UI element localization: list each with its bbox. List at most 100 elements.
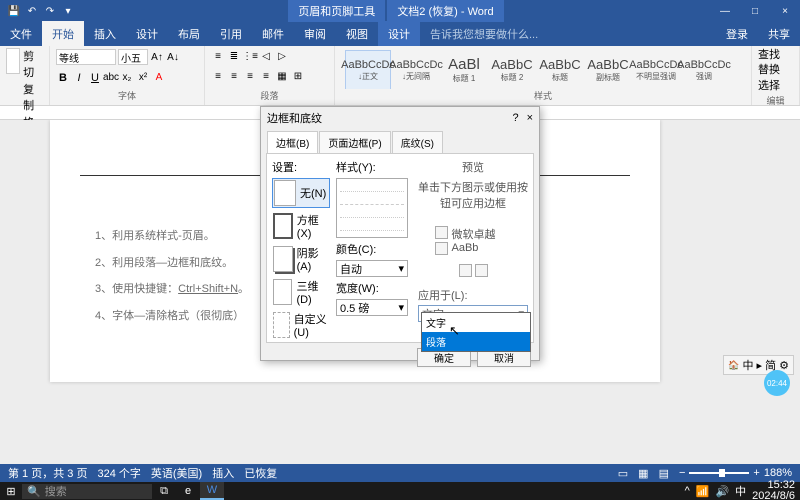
- zoom-slider[interactable]: [689, 472, 749, 474]
- tab-shading[interactable]: 底纹(S): [392, 131, 443, 153]
- tab-layout[interactable]: 布局: [168, 21, 210, 47]
- border-left-toggle[interactable]: [459, 264, 472, 277]
- setting-box[interactable]: 方框(X): [272, 211, 330, 241]
- align-left-icon[interactable]: ≡: [211, 70, 225, 84]
- italic-icon[interactable]: I: [72, 71, 86, 85]
- shading-icon[interactable]: ▦: [275, 70, 289, 84]
- view-read-icon[interactable]: ▭: [618, 467, 628, 480]
- status-insert[interactable]: 插入: [212, 465, 234, 481]
- word-taskbar-icon[interactable]: W: [200, 482, 224, 500]
- decrease-indent-icon[interactable]: ◁: [259, 49, 273, 63]
- tray-network-icon[interactable]: 📶: [696, 485, 710, 498]
- cut-button[interactable]: 剪切: [23, 48, 43, 80]
- tab-page-border[interactable]: 页面边框(P): [319, 131, 390, 153]
- style-title[interactable]: AaBbC标题: [537, 50, 583, 89]
- task-view-icon[interactable]: ⧉: [152, 482, 176, 500]
- style-nospacing[interactable]: AaBbCcDc↓无间隔: [393, 50, 439, 89]
- underline-icon[interactable]: U: [88, 71, 102, 85]
- taskbar-search[interactable]: 🔍搜索: [22, 484, 152, 499]
- border-right-toggle[interactable]: [475, 264, 488, 277]
- border-top-toggle[interactable]: [435, 226, 448, 239]
- tab-mailings[interactable]: 邮件: [252, 21, 294, 47]
- doc-line-4: 4、字体—清除格式（很彻底）: [95, 310, 244, 322]
- tab-view[interactable]: 视图: [336, 21, 378, 47]
- tab-home[interactable]: 开始: [42, 21, 84, 47]
- undo-icon[interactable]: ↶: [24, 3, 40, 19]
- style-heading2[interactable]: AaBbC标题 2: [489, 50, 535, 89]
- edge-icon[interactable]: e: [176, 482, 200, 500]
- tray-ime[interactable]: 中: [735, 483, 746, 499]
- close-button[interactable]: ×: [770, 6, 800, 17]
- qat-more-icon[interactable]: ▾: [60, 3, 76, 19]
- status-lang[interactable]: 英语(美国): [151, 465, 202, 481]
- tab-borders[interactable]: 边框(B): [267, 131, 318, 153]
- tab-file[interactable]: 文件: [0, 21, 42, 47]
- align-center-icon[interactable]: ≡: [227, 70, 241, 84]
- borders-icon[interactable]: ⊞: [291, 70, 305, 84]
- signin-button[interactable]: 登录: [716, 21, 758, 47]
- select-button[interactable]: 选择: [758, 79, 793, 94]
- setting-custom[interactable]: 自定义(U): [272, 310, 330, 340]
- dialog-close-button[interactable]: ×: [527, 112, 533, 124]
- align-right-icon[interactable]: ≡: [243, 70, 257, 84]
- style-emphasis[interactable]: AaBbCcDc强调: [681, 50, 727, 89]
- tray-chevron-icon[interactable]: ^: [685, 485, 690, 497]
- setting-3d[interactable]: 三维(D): [272, 277, 330, 307]
- font-color-icon[interactable]: A: [152, 71, 166, 85]
- dropdown-item-paragraph[interactable]: 段落: [422, 332, 530, 351]
- tab-insert[interactable]: 插入: [84, 21, 126, 47]
- redo-icon[interactable]: ↷: [42, 3, 58, 19]
- paste-icon[interactable]: [6, 48, 20, 74]
- replace-button[interactable]: 替换: [758, 63, 793, 78]
- view-print-icon[interactable]: ▦: [638, 467, 648, 480]
- styles-gallery[interactable]: AaBbCcDc↓正文 AaBbCcDc↓无间隔 AaBl标题 1 AaBbC标…: [341, 48, 745, 89]
- share-button[interactable]: 共享: [758, 21, 800, 47]
- width-select[interactable]: 0.5 磅▾: [336, 299, 408, 316]
- apply-to-label: 应用于(L):: [418, 287, 528, 303]
- zoom-level[interactable]: 188%: [764, 467, 792, 479]
- style-normal[interactable]: AaBbCcDc↓正文: [345, 50, 391, 89]
- minimize-button[interactable]: —: [710, 6, 740, 17]
- dialog-help-button[interactable]: ?: [512, 112, 518, 124]
- zoom-out-button[interactable]: −: [679, 467, 685, 479]
- tab-review[interactable]: 审阅: [294, 21, 336, 47]
- style-subtitle[interactable]: AaBbC副标题: [585, 50, 631, 89]
- find-button[interactable]: 查找: [758, 48, 793, 63]
- maximize-button[interactable]: □: [740, 6, 770, 17]
- setting-none[interactable]: 无(N): [272, 178, 330, 208]
- numbering-icon[interactable]: ≣: [227, 49, 241, 63]
- style-subtle[interactable]: AaBbCcDc不明显强调: [633, 50, 679, 89]
- start-button[interactable]: ⊞: [0, 485, 22, 498]
- save-icon[interactable]: 💾: [6, 3, 22, 19]
- increase-indent-icon[interactable]: ▷: [275, 49, 289, 63]
- tab-design[interactable]: 设计: [126, 21, 168, 47]
- color-select[interactable]: 自动▾: [336, 260, 408, 277]
- font-name-select[interactable]: 等线: [56, 49, 116, 65]
- dialog-title: 边框和底纹: [267, 110, 322, 126]
- shrink-font-icon[interactable]: A↓: [166, 50, 180, 64]
- multilevel-icon[interactable]: ⋮≡: [243, 49, 257, 63]
- subscript-icon[interactable]: x₂: [120, 71, 134, 85]
- bold-icon[interactable]: B: [56, 71, 70, 85]
- setting-shadow[interactable]: 阴影(A): [272, 244, 330, 274]
- bullets-icon[interactable]: ≡: [211, 49, 225, 63]
- tab-design-contextual[interactable]: 设计: [378, 21, 420, 47]
- font-size-select[interactable]: 小五: [118, 49, 148, 65]
- document-title: 文档2 (恢复) - Word: [387, 0, 503, 22]
- view-web-icon[interactable]: ▤: [659, 467, 669, 480]
- copy-button[interactable]: 复制: [23, 81, 43, 113]
- justify-icon[interactable]: ≡: [259, 70, 273, 84]
- tab-references[interactable]: 引用: [210, 21, 252, 47]
- grow-font-icon[interactable]: A↑: [150, 50, 164, 64]
- dropdown-item-text[interactable]: 文字: [422, 313, 530, 332]
- line-style-list[interactable]: [336, 178, 408, 238]
- strikethrough-icon[interactable]: abc: [104, 71, 118, 85]
- zoom-in-button[interactable]: +: [753, 467, 759, 479]
- tray-volume-icon[interactable]: 🔊: [715, 485, 729, 498]
- status-words[interactable]: 324 个字: [97, 465, 140, 481]
- tell-me[interactable]: 告诉我您想要做什么...: [420, 21, 548, 47]
- style-heading1[interactable]: AaBl标题 1: [441, 50, 487, 89]
- status-page[interactable]: 第 1 页，共 3 页: [8, 465, 87, 481]
- border-bottom-toggle[interactable]: [435, 242, 448, 255]
- superscript-icon[interactable]: x²: [136, 71, 150, 85]
